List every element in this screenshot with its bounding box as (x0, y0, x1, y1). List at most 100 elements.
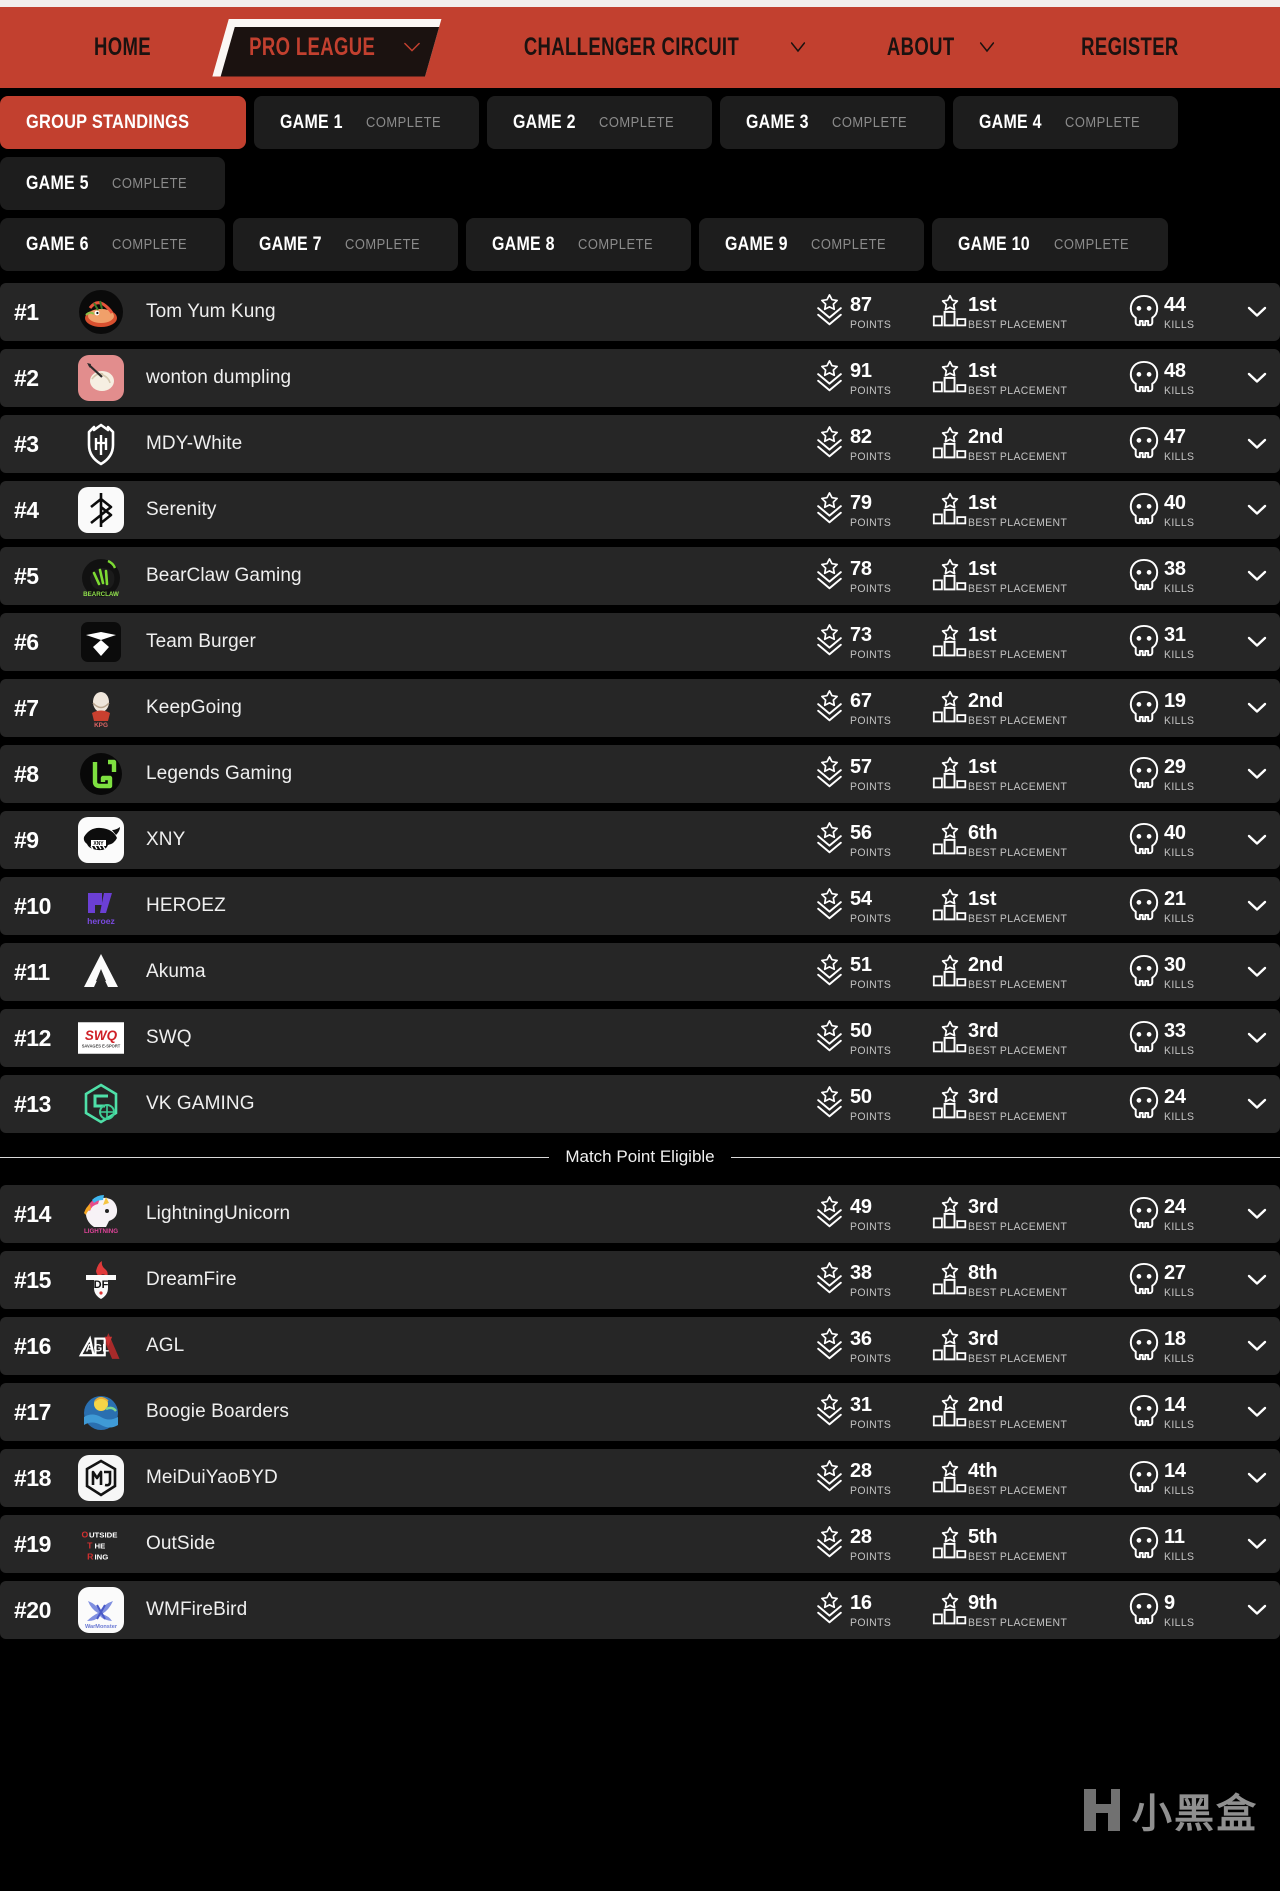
table-row[interactable]: #11 Akuma 51 POINTS 2nd BEST PLACEMENT 3… (0, 943, 1280, 1001)
team-name: VK GAMING (146, 1093, 255, 1114)
expand-row-button[interactable] (1234, 438, 1280, 450)
table-row[interactable]: #7 KPG KeepGoing 67 POINTS 2nd BEST PLAC… (0, 679, 1280, 737)
expand-row-button[interactable] (1234, 372, 1280, 384)
tab-game-10[interactable]: GAME 10 COMPLETE (931, 218, 1168, 271)
kills-value: 29 (1164, 756, 1186, 778)
stat-kills: 11 KILLS (1128, 1525, 1234, 1563)
kills-value: 31 (1164, 624, 1186, 646)
rank-chevron-star-icon (814, 1086, 845, 1120)
tab-game-1[interactable]: GAME 1 COMPLETE (254, 96, 480, 149)
stat-points: 28 POINTS (814, 1459, 932, 1497)
table-row[interactable]: #3 MDY-White 82 POINTS 2nd BEST PLACEMEN… (0, 415, 1280, 473)
tab-game-9[interactable]: GAME 9 COMPLETE (698, 218, 924, 271)
expand-row-button[interactable] (1234, 966, 1280, 978)
skull-icon (1128, 1086, 1159, 1120)
expand-row-button[interactable] (1234, 636, 1280, 648)
stat-best-placement: 3rd BEST PLACEMENT (932, 1327, 1128, 1365)
table-row[interactable]: #10 heroez HEROEZ 54 POINTS 1st BEST PLA… (0, 877, 1280, 935)
expand-row-button[interactable] (1234, 1604, 1280, 1616)
tab-group-standings[interactable]: GROUP STANDINGS (0, 96, 247, 149)
tab-game-5[interactable]: GAME 5 COMPLETE (0, 157, 225, 210)
podium-star-icon (932, 690, 967, 724)
nav-item-pro-league[interactable]: PRO LEAGUE (212, 18, 442, 77)
table-row[interactable]: #15 DF DreamFire 38 POINTS 8th BEST PLAC… (0, 1251, 1280, 1309)
tab-game-7[interactable]: GAME 7 COMPLETE (232, 218, 458, 271)
team-rank: #17 (14, 1398, 51, 1425)
table-row[interactable]: #12 SWQ SAVAGES E-SPORT SWQ 50 POINTS 3r… (0, 1009, 1280, 1067)
team-rank: #12 (14, 1024, 51, 1051)
kills-value: 33 (1164, 1020, 1186, 1042)
team-name: MeiDuiYaoBYD (146, 1467, 278, 1488)
chevron-down-icon (1247, 768, 1267, 779)
table-row[interactable]: #4 Serenity 79 POINTS 1st BEST PLACEMENT (0, 481, 1280, 539)
table-row[interactable]: #5 BEARCLAW BearClaw Gaming 78 POINTS 1s… (0, 547, 1280, 605)
table-row[interactable]: #13 VK GAMING 50 POINTS 3rd BEST PLACEME… (0, 1075, 1280, 1133)
tab-game-2[interactable]: GAME 2 COMPLETE (487, 96, 713, 149)
nav-item-register[interactable]: REGISTER (1030, 4, 1230, 92)
team-stats: 51 POINTS 2nd BEST PLACEMENT 30 KILLS (814, 953, 1234, 991)
expand-row-button[interactable] (1234, 1098, 1280, 1110)
tab-game-6[interactable]: GAME 6 COMPLETE (0, 218, 225, 271)
table-row[interactable]: #8 Legends Gaming 57 POINTS 1st BEST PLA… (0, 745, 1280, 803)
table-row[interactable]: #18 MeiDuiYaoBYD 28 POINTS 4th BEST PLAC… (0, 1449, 1280, 1507)
team-stats: 67 POINTS 2nd BEST PLACEMENT 19 KILLS (814, 689, 1234, 727)
tab-game-4[interactable]: GAME 4 COMPLETE (953, 96, 1179, 149)
stat-kills: 47 KILLS (1128, 425, 1234, 463)
rank-chevron-star-icon (814, 1526, 845, 1560)
divider-line-left (0, 1156, 550, 1158)
expand-row-button[interactable] (1234, 306, 1280, 318)
placement-label: BEST PLACEMENT (968, 517, 1068, 529)
table-row[interactable]: #14 LIGHTNING LightningUnicorn 49 POINTS (0, 1185, 1280, 1243)
nav-item-about[interactable]: ABOUT (841, 4, 1030, 92)
expand-row-button[interactable] (1234, 1208, 1280, 1220)
table-row[interactable]: #19 O UTSIDE T HE R ING OutSide 28 POINT… (0, 1515, 1280, 1573)
team-logo-icon (78, 1389, 124, 1435)
placement-label: BEST PLACEMENT (968, 979, 1068, 991)
svg-text:KPG: KPG (94, 722, 108, 729)
expand-row-button[interactable] (1234, 1472, 1280, 1484)
kills-label: KILLS (1164, 649, 1195, 661)
expand-row-button[interactable] (1234, 1406, 1280, 1418)
table-row[interactable]: #1 Tom Yum Kung 87 POINTS 1st BEST PLACE… (0, 283, 1280, 341)
expand-row-button[interactable] (1234, 504, 1280, 516)
expand-row-button[interactable] (1234, 834, 1280, 846)
tab-label: GAME 5 (26, 172, 89, 194)
svg-text:DF: DF (94, 1279, 109, 1291)
team-rank: #11 (14, 958, 50, 985)
podium-star-icon (932, 558, 967, 591)
skull-icon (1128, 360, 1159, 394)
expand-row-button[interactable] (1234, 900, 1280, 912)
team-name: WMFireBird (146, 1599, 248, 1620)
expand-row-button[interactable] (1234, 1032, 1280, 1044)
tab-label: GAME 1 (280, 111, 344, 133)
chevron-down-icon (1247, 1274, 1267, 1285)
table-row[interactable]: #2 wonton dumpling 91 POINTS 1st BEST PL… (0, 349, 1280, 407)
table-row[interactable]: #17 Boogie Boarders 31 POINTS 2nd BEST P… (0, 1383, 1280, 1441)
expand-row-button[interactable] (1234, 768, 1280, 780)
expand-row-button[interactable] (1234, 1340, 1280, 1352)
team-logo-icon (78, 289, 124, 335)
tab-game-3[interactable]: GAME 3 COMPLETE (720, 96, 946, 149)
table-row[interactable]: #9 XNY XNY 56 POINTS 6th BEST PLACEMENT … (0, 811, 1280, 869)
expand-row-button[interactable] (1234, 570, 1280, 582)
table-row[interactable]: #20 WarMonster WMFireBird 16 POINTS 9th (0, 1581, 1280, 1639)
podium-star-icon (932, 426, 967, 459)
stat-best-placement: 1st BEST PLACEMENT (932, 359, 1128, 397)
nav-item-home[interactable]: HOME (50, 4, 195, 92)
expand-row-button[interactable] (1234, 1274, 1280, 1286)
points-label: POINTS (850, 979, 892, 991)
tab-status: COMPLETE (344, 236, 420, 253)
rank-chevron-star-icon (814, 954, 845, 988)
rank-chevron-star-icon (817, 492, 842, 524)
tab-game-8[interactable]: GAME 8 COMPLETE (465, 218, 691, 271)
expand-row-button[interactable] (1234, 702, 1280, 714)
placement-label: BEST PLACEMENT (968, 1551, 1068, 1563)
table-row[interactable]: #16 AGL AGL 36 POINTS 3rd BEST PLACEMENT… (0, 1317, 1280, 1375)
team-name: KeepGoing (146, 697, 242, 718)
rank-chevron-star-icon (817, 1526, 842, 1558)
table-row[interactable]: #6 Team Burger 73 POINTS 1st BEST PLACEM… (0, 613, 1280, 671)
rank-chevron-star-icon (817, 1262, 842, 1294)
podium-star-icon (932, 492, 967, 526)
expand-row-button[interactable] (1234, 1538, 1280, 1550)
nav-item-challenger-circuit[interactable]: CHALLENGER CIRCUIT (452, 4, 841, 92)
